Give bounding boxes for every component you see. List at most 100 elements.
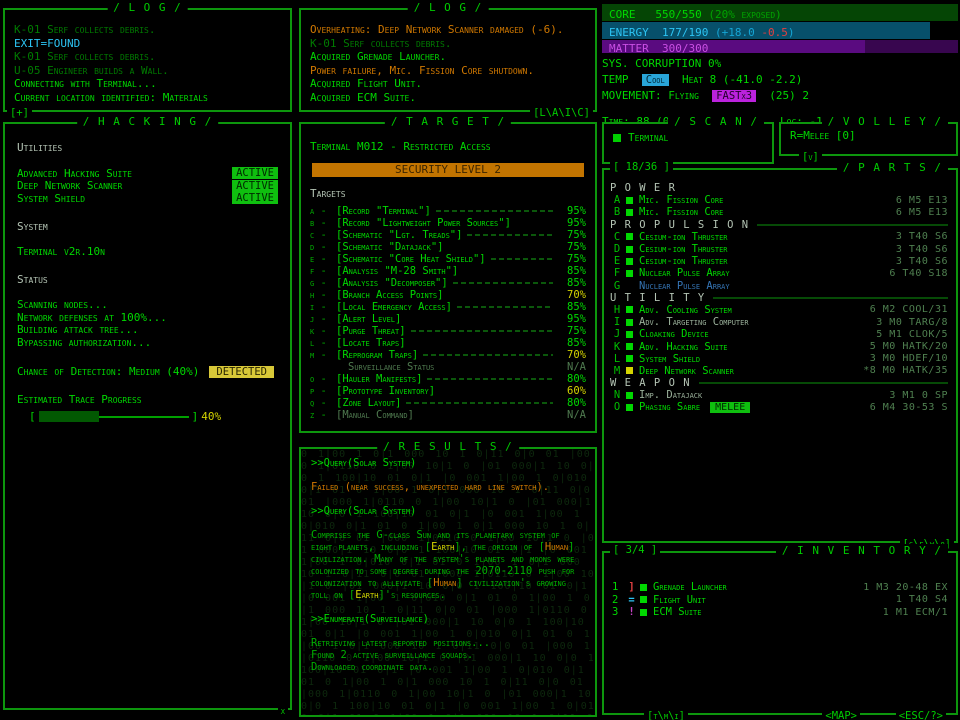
matter-value: 300/300: [662, 42, 708, 55]
part-row[interactable]: BMic. Fission Core6 M5 E13: [610, 206, 948, 218]
target-row[interactable]: p -[Prototype Inventory]60%: [310, 385, 586, 397]
part-row[interactable]: OPhasing SabreMELEE6 M4 30-53 S: [610, 401, 948, 413]
part-stats: 5 M1 CLOK/5: [876, 329, 948, 340]
log-line: K-01 Serf collects debris.: [310, 37, 586, 51]
part-name: Mic. Fission Core: [639, 194, 723, 206]
target-key: q -: [310, 397, 336, 409]
movement-label: MOVEMENT: Flying: [602, 89, 699, 102]
inventory-row[interactable]: 2=Flight Unit1 T40 S4: [612, 594, 948, 607]
target-percent: 70%: [558, 289, 586, 301]
hacking-close-button[interactable]: x: [278, 705, 288, 717]
active-badge[interactable]: ACTIVE: [232, 192, 278, 204]
temp-label: TEMP: [602, 73, 629, 86]
cool-badge: Cool: [642, 74, 669, 86]
core-value: 550/550: [655, 8, 701, 21]
part-state-icon: [626, 306, 633, 313]
target-row[interactable]: q -[Zone Layout]80%: [310, 397, 586, 409]
target-row[interactable]: a -[Record "Terminal"]95%: [310, 205, 586, 217]
results-line: >>Enumerate(Surveillance): [311, 613, 585, 625]
target-percent: 75%: [558, 229, 586, 241]
inventory-row[interactable]: 1]Grenade Launcher1 M3 20-48 EX: [612, 581, 948, 594]
log-line: Acquired Flight Unit.: [310, 77, 586, 91]
active-badge[interactable]: ACTIVE: [232, 167, 278, 179]
volley-expand-button[interactable]: [v]: [799, 151, 822, 163]
inventory-list: 1]Grenade Launcher1 M3 20-48 EX2=Flight …: [604, 553, 956, 619]
target-key: i -: [310, 301, 336, 313]
target-leader: [436, 210, 553, 212]
heat-value: Heat 8 (-41.0 -2.2): [682, 73, 802, 86]
target-key: e -: [310, 253, 336, 265]
part-name: Mic. Fission Core: [639, 206, 723, 218]
results-segment: Downloaded coordinate data.: [311, 661, 433, 673]
scan-panel: / S C A N / Terminal: [602, 122, 774, 164]
inventory-sort-toggle[interactable]: [t\m\i]: [644, 710, 688, 720]
part-slot-key: D: [610, 243, 624, 255]
inventory-slot-number: 3: [612, 606, 625, 618]
target-key: b -: [310, 217, 336, 229]
part-row[interactable]: JCloaking Device5 M1 CLOK/5: [610, 328, 948, 340]
part-row[interactable]: FNuclear Pulse Array6 T40 S18: [610, 267, 948, 279]
target-heading: Terminal M012 - Restricted Access: [310, 140, 586, 153]
target-row[interactable]: b -[Record "Lightweight Power Sources"]9…: [310, 217, 586, 229]
part-row[interactable]: KAdv. Hacking Suite5 M0 HATK/20: [610, 340, 948, 352]
inventory-count: [ 3/4 ]: [610, 544, 660, 556]
target-key: h -: [310, 289, 336, 301]
part-slot-key: M: [610, 365, 624, 377]
active-badge[interactable]: ACTIVE: [232, 180, 278, 192]
part-stats: 3 M1 0 SP: [889, 390, 948, 401]
target-row[interactable]: e -[Schematic "Core Heat Shield"]75%: [310, 253, 586, 265]
part-slot-key: A: [610, 194, 624, 206]
target-row[interactable]: z -[Manual Command]N/A: [310, 409, 586, 421]
item-stats: 1 T40 S4: [896, 594, 948, 605]
target-label: [Analysis "M-28 Smith"]: [336, 265, 458, 277]
target-row[interactable]: l -[Locate Traps]85%: [310, 337, 586, 349]
target-leader: [419, 414, 553, 416]
volley-panel: / V O L L E Y / R=Melee [0] [v]: [779, 122, 958, 156]
part-name: System Shield: [639, 353, 700, 365]
esc-help-button[interactable]: <ESC/?>: [896, 710, 946, 720]
results-segment: Failed (near success, unexpected hard li…: [311, 481, 549, 493]
target-label: [Locate Traps]: [336, 337, 406, 349]
results-segment: >>Enumerate(Surveillance): [311, 613, 429, 625]
part-row[interactable]: LSystem Shield3 M0 HDEF/10: [610, 353, 948, 365]
target-percent: 60%: [558, 385, 586, 397]
target-row[interactable]: f -[Analysis "M-28 Smith"]85%: [310, 265, 586, 277]
part-row[interactable]: GNuclear Pulse Array: [610, 280, 948, 292]
target-row[interactable]: g -[Analysis "Decomposer"]85%: [310, 277, 586, 289]
part-row[interactable]: HAdv. Cooling System6 M2 COOL/31: [610, 304, 948, 316]
utility-name: Deep Network Scanner: [17, 179, 122, 192]
part-row[interactable]: CCesium-ion Thruster3 T40 S6: [610, 231, 948, 243]
target-row[interactable]: Surveillance StatusN/A: [310, 361, 586, 373]
target-row[interactable]: m -[Reprogram Traps]70%: [310, 349, 586, 361]
part-row[interactable]: MDeep Network Scanner*8 M0 HATK/35: [610, 365, 948, 377]
target-row[interactable]: o -[Hauler Manifests]80%: [310, 373, 586, 385]
target-label: [Branch Access Points]: [336, 289, 443, 301]
scan-panel-title: / S C A N /: [668, 115, 764, 128]
part-state-icon: [626, 404, 633, 411]
scan-item-row[interactable]: Terminal: [604, 124, 772, 151]
target-percent: 95%: [558, 313, 586, 325]
target-row[interactable]: j -[Alert Level]95%: [310, 313, 586, 325]
inventory-row[interactable]: 3!ECM Suite1 M1 ECM/1: [612, 606, 948, 619]
target-percent: 85%: [558, 301, 586, 313]
target-row[interactable]: k -[Purge Threat]75%: [310, 325, 586, 337]
part-stats: 6 T40 S18: [889, 268, 948, 279]
part-row[interactable]: IAdv. Targeting Computer3 M0 TARG/8: [610, 316, 948, 328]
part-row[interactable]: NImp. Datajack3 M1 0 SP: [610, 389, 948, 401]
map-button[interactable]: <MAP>: [822, 710, 860, 720]
target-label: [Schematic "Lgt. Treads"]: [336, 229, 462, 241]
target-row[interactable]: i -[Local Emergency Access]85%: [310, 301, 586, 313]
hacking-status-lines: Scanning nodes...Network defenses at 100…: [17, 299, 278, 349]
log-expand-button[interactable]: [+]: [7, 107, 32, 119]
part-row[interactable]: ECesium-ion Thruster3 T40 S6: [610, 255, 948, 267]
part-row[interactable]: DCesium-ion Thruster3 T40 S6: [610, 243, 948, 255]
target-row[interactable]: d -[Schematic "Datajack"]75%: [310, 241, 586, 253]
part-state-icon: [626, 209, 633, 216]
target-percent: 80%: [558, 397, 586, 409]
part-row[interactable]: AMic. Fission Core6 M5 E13: [610, 194, 948, 206]
log-filter-toggle[interactable]: [L\A\I\C]: [530, 107, 593, 119]
target-label: [Purge Threat]: [336, 325, 406, 337]
target-row[interactable]: c -[Schematic "Lgt. Treads"]75%: [310, 229, 586, 241]
target-row[interactable]: h -[Branch Access Points] 70%: [310, 289, 586, 301]
part-slot-key: H: [610, 304, 624, 316]
